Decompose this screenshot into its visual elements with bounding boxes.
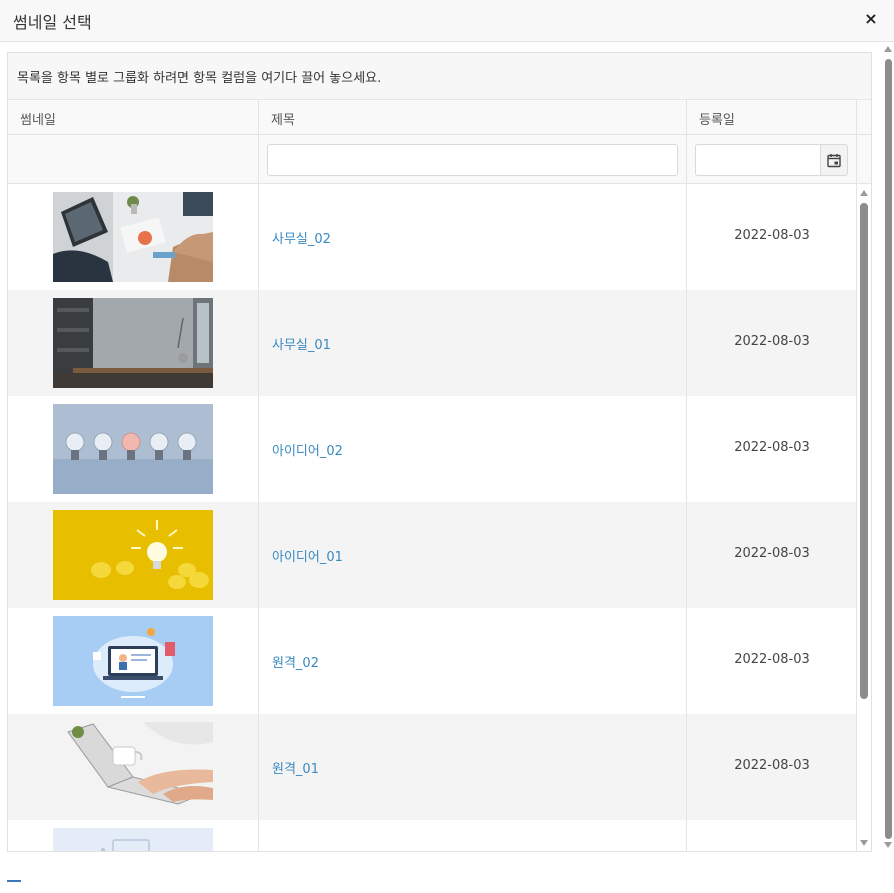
dialog-scrollbar[interactable] — [881, 42, 894, 852]
table-row[interactable]: 아이디어_01 2022-08-03 — [8, 502, 857, 608]
grid-filter-row — [8, 135, 871, 184]
title-cell: 사무실_02 — [259, 184, 687, 290]
title-cell: 사무실_01 — [259, 290, 687, 396]
row-title-link[interactable]: 사무실_01 — [272, 334, 331, 353]
filter-cell-title — [259, 135, 687, 184]
office-desk-photo[interactable] — [53, 192, 213, 282]
header-scroll-spacer — [857, 100, 871, 135]
row-date: 2022-08-03 — [734, 228, 810, 243]
grid-header: 썸네일 제목 등록일 — [8, 100, 871, 135]
table-row[interactable]: 원격_01 2022-08-03 — [8, 714, 857, 820]
row-title-link[interactable]: 원격_01 — [272, 758, 319, 777]
filter-cell-thumbnail — [8, 135, 259, 184]
column-header-title[interactable]: 제목 — [259, 100, 687, 135]
column-header-thumbnail[interactable]: 썸네일 — [8, 100, 259, 135]
light-bulbs-yellow-photo[interactable] — [53, 510, 213, 600]
table-row[interactable]: 사무실_01 2022-08-03 — [8, 290, 857, 396]
column-header-date[interactable]: 등록일 — [687, 100, 857, 135]
row-date: 2022-08-03 — [734, 546, 810, 561]
dialog-titlebar: 썸네일 선택 × — [0, 0, 894, 42]
row-title-link[interactable]: 사무실_02 — [272, 228, 331, 247]
dialog-scrollbar-thumb[interactable] — [885, 59, 892, 839]
scroll-up-arrow-icon[interactable] — [860, 190, 868, 196]
remote-learning-illustration[interactable] — [53, 616, 213, 706]
dialog-title: 썸네일 선택 — [13, 13, 92, 32]
pager-indicator[interactable] — [7, 880, 21, 882]
partial-illustration[interactable] — [53, 828, 213, 851]
row-title-link[interactable]: 아이디어_01 — [272, 546, 343, 565]
title-cell — [259, 820, 687, 851]
title-cell: 아이디어_01 — [259, 502, 687, 608]
grid-scrollbar[interactable] — [857, 184, 871, 851]
date-picker-button[interactable] — [820, 144, 848, 176]
grid-body: 사무실_02 2022-08-03 사무실_01 2022-08-03 아이디어… — [8, 184, 871, 851]
filter-cell-date — [687, 135, 857, 184]
date-cell: 2022-08-03 — [687, 290, 857, 396]
thumbnail-cell — [8, 820, 259, 851]
dialog-scroll-up-icon[interactable] — [884, 46, 892, 52]
date-cell: 2022-08-03 — [687, 608, 857, 714]
thumbnail-cell — [8, 290, 259, 396]
light-bulbs-blue-photo[interactable] — [53, 404, 213, 494]
title-cell: 아이디어_02 — [259, 396, 687, 502]
thumbnail-cell — [8, 502, 259, 608]
dialog-scroll-down-icon[interactable] — [884, 842, 892, 848]
date-cell — [687, 820, 857, 851]
office-room-photo[interactable] — [53, 298, 213, 388]
grid-scrollbar-thumb[interactable] — [860, 203, 868, 699]
row-date: 2022-08-03 — [734, 440, 810, 455]
title-cell: 원격_01 — [259, 714, 687, 820]
thumbnail-cell — [8, 714, 259, 820]
date-cell: 2022-08-03 — [687, 502, 857, 608]
thumbnail-cell — [8, 184, 259, 290]
table-row[interactable]: 원격_02 2022-08-03 — [8, 608, 857, 714]
group-drop-zone[interactable]: 목록을 항목 별로 그룹화 하려면 항목 컬럼을 여기다 끌어 놓으세요. — [8, 53, 871, 100]
row-date: 2022-08-03 — [734, 652, 810, 667]
thumbnail-grid: 목록을 항목 별로 그룹화 하려면 항목 컬럼을 여기다 끌어 놓으세요. 썸네… — [7, 52, 872, 852]
scroll-down-arrow-icon[interactable] — [860, 840, 868, 846]
table-row[interactable]: 아이디어_02 2022-08-03 — [8, 396, 857, 502]
thumbnail-cell — [8, 396, 259, 502]
row-title-link[interactable]: 아이디어_02 — [272, 440, 343, 459]
close-icon[interactable]: × — [862, 9, 880, 29]
table-row[interactable] — [8, 820, 857, 851]
thumbnail-cell — [8, 608, 259, 714]
date-filter-input[interactable] — [695, 144, 821, 176]
date-cell: 2022-08-03 — [687, 396, 857, 502]
calendar-icon — [827, 154, 841, 168]
title-cell: 원격_02 — [259, 608, 687, 714]
laptop-typing-photo[interactable] — [53, 722, 213, 812]
group-drop-hint: 목록을 항목 별로 그룹화 하려면 항목 컬럼을 여기다 끌어 놓으세요. — [17, 71, 382, 86]
row-title-link[interactable]: 원격_02 — [272, 652, 319, 671]
row-date: 2022-08-03 — [734, 758, 810, 773]
date-cell: 2022-08-03 — [687, 714, 857, 820]
row-date: 2022-08-03 — [734, 334, 810, 349]
table-row[interactable]: 사무실_02 2022-08-03 — [8, 184, 857, 290]
title-filter-input[interactable] — [267, 144, 678, 176]
date-cell: 2022-08-03 — [687, 184, 857, 290]
